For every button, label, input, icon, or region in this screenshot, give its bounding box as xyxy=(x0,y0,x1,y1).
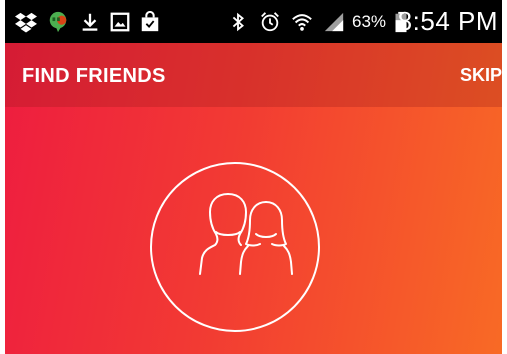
page-title: FIND FRIENDS xyxy=(22,65,166,87)
app-bar: FIND FRIENDS SKIP xyxy=(5,43,502,107)
wifi-icon xyxy=(292,14,312,31)
status-bar: 63% 8:54 PM xyxy=(5,0,502,43)
bluetooth-icon xyxy=(232,12,244,32)
shopping-bag-icon xyxy=(141,11,159,32)
skip-button[interactable]: SKIP xyxy=(460,65,502,86)
hangouts-icon xyxy=(49,11,67,33)
phone-screen: 63% 8:54 PM FIND FRIENDS SKIP xyxy=(5,0,502,354)
gallery-icon xyxy=(110,12,130,32)
friends-icon xyxy=(199,193,293,275)
signal-icon xyxy=(324,12,344,32)
battery-percentage: 63% xyxy=(352,12,387,31)
download-icon xyxy=(82,13,98,31)
clock: 8:54 PM xyxy=(397,6,498,36)
friends-illustration xyxy=(150,162,320,332)
dropbox-icon xyxy=(15,12,37,33)
alarm-icon xyxy=(261,12,279,32)
